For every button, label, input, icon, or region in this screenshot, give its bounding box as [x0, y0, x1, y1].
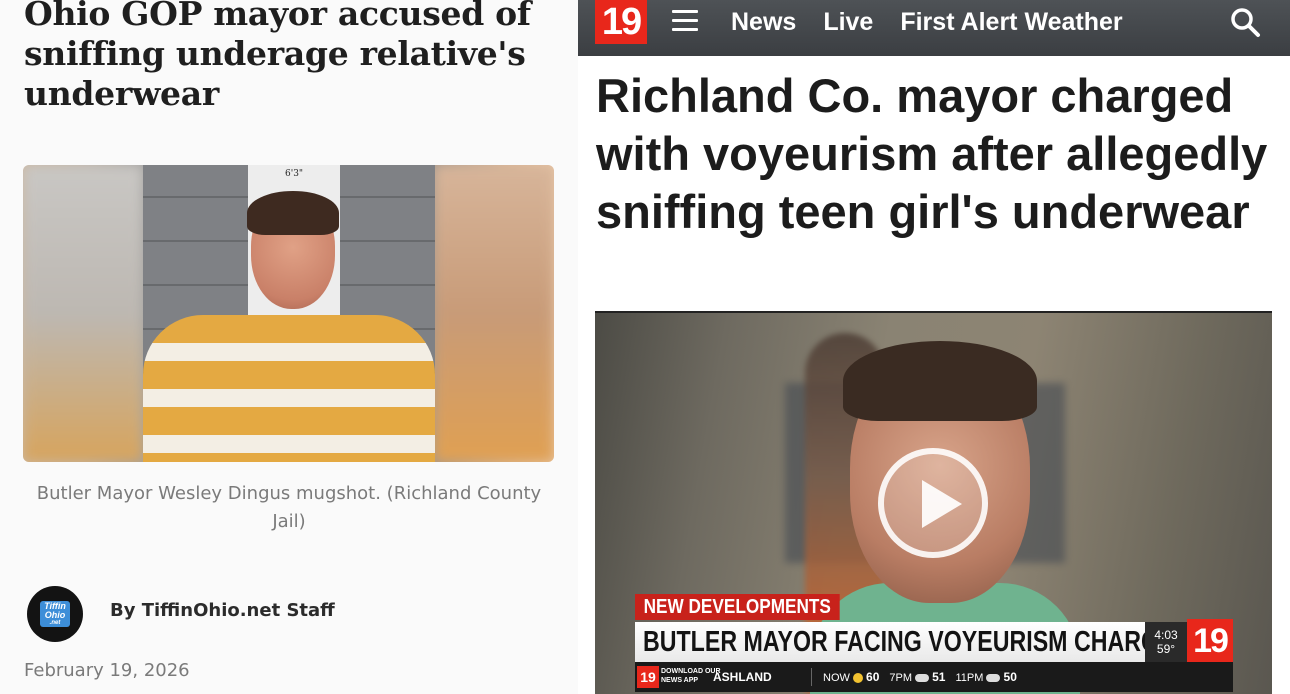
photo-blur-left [23, 165, 143, 462]
forecast-7pm: 7PM 51 [889, 670, 946, 684]
ticker-app-line1: DOWNLOAD OUR [661, 668, 721, 675]
cloud-icon [915, 674, 930, 683]
right-article-panel: 19 News Live First Alert Weather Richlan… [578, 0, 1290, 694]
ohio-state-icon: Tiffin Ohio .net [40, 601, 70, 627]
logo-line2: Ohio [44, 609, 66, 620]
tiffinohio-logo[interactable]: Tiffin Ohio .net [27, 586, 83, 642]
lower-third-headline: BUTLER MAYOR FACING VOYEURISM CHARGES [635, 622, 1145, 662]
station-logo[interactable]: 19 [595, 0, 647, 44]
ticker-city: ASHLAND [713, 670, 772, 684]
byline: By TiffinOhio.net Staff [110, 600, 335, 621]
forecast-11pm: 11PM 50 [955, 670, 1017, 684]
ticker-app-promo: DOWNLOAD OUR NEWS APP [661, 667, 721, 685]
photo-caption: Butler Mayor Wesley Dingus mugshot. (Ric… [36, 483, 542, 532]
video-subject-hair [843, 341, 1037, 421]
ticker-forecast: NOW 60 7PM 51 11PM 50 [823, 662, 1017, 693]
height-mark: 6'3" [285, 169, 304, 179]
video-player[interactable]: NEW DEVELOPMENTS BUTLER MAYOR FACING VOY… [595, 311, 1272, 694]
play-button-icon[interactable] [878, 448, 988, 558]
hamburger-menu-icon[interactable] [672, 10, 698, 32]
weather-ticker: 19 DOWNLOAD OUR NEWS APP ASHLAND NOW 60 … [635, 662, 1233, 692]
left-article-panel: Ohio GOP mayor accused of sniffing under… [0, 0, 578, 694]
broadcast-logo: 19 [1187, 619, 1233, 663]
mugshot-photo[interactable]: 6'3" [23, 165, 554, 462]
nav-link-news[interactable]: News [731, 8, 796, 37]
ticker-app-line2: NEWS APP [661, 677, 699, 684]
byline-prefix: By [110, 600, 136, 621]
photo-subject-shirt [143, 315, 435, 462]
forecast-now: NOW 60 [823, 670, 880, 684]
nav-link-first-alert-weather[interactable]: First Alert Weather [900, 8, 1122, 37]
nav-links: News Live First Alert Weather [731, 0, 1123, 44]
ticker-logo: 19 [637, 666, 659, 688]
photo-blur-right [434, 165, 554, 462]
cloud-icon [986, 674, 1001, 683]
new-developments-tag: NEW DEVELOPMENTS [635, 594, 840, 620]
byline-author-link[interactable]: TiffinOhio.net Staff [142, 600, 335, 621]
nav-link-live[interactable]: Live [823, 8, 873, 37]
logo-line3: .net [49, 619, 61, 626]
lower-third-text: BUTLER MAYOR FACING VOYEURISM CHARGES [643, 626, 1145, 658]
site-navbar: 19 News Live First Alert Weather [578, 0, 1290, 56]
right-headline[interactable]: Richland Co. mayor charged with voyeuris… [596, 67, 1276, 241]
time-temp-box: 4:03 59° [1145, 622, 1187, 662]
clock-time: 4:03 [1154, 628, 1178, 642]
search-icon[interactable] [1228, 5, 1262, 39]
publish-date: February 19, 2026 [24, 660, 190, 681]
current-temp: 59° [1156, 642, 1176, 656]
left-headline[interactable]: Ohio GOP mayor accused of sniffing under… [24, 0, 564, 114]
sun-icon [852, 673, 863, 684]
ticker-divider [811, 668, 812, 686]
photo-subject-hair [247, 191, 339, 235]
